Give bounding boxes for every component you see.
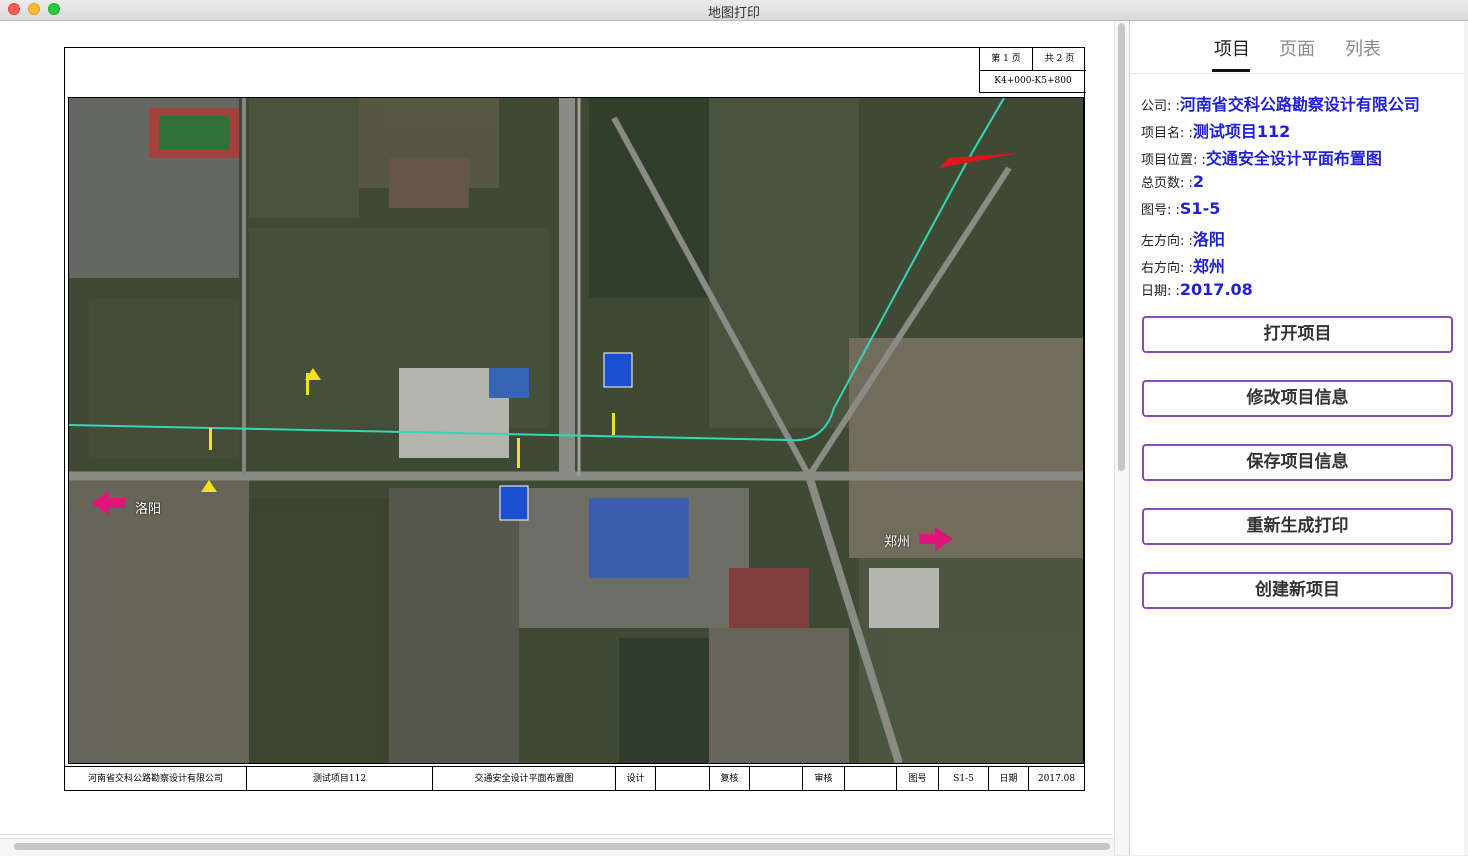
field-right-direction: 右方向: :郑州 xyxy=(1141,253,1225,277)
right-direction-map-label: 郑州 xyxy=(884,535,911,550)
print-sheet: 第 1 页 共 2 页 K4+000-K5+800 洛阳 郑州 河南省交科公路勘… xyxy=(64,47,1086,791)
regenerate-print-button[interactable]: 重新生成打印 xyxy=(1142,508,1453,545)
title-block-design-label: 设计 xyxy=(616,767,656,791)
left-direction-map-label: 洛阳 xyxy=(135,502,162,517)
field-project-name-label: 项目名: : xyxy=(1141,126,1193,141)
title-block-review-value xyxy=(750,767,803,791)
tab-page[interactable]: 页面 xyxy=(1279,35,1315,61)
total-pages-label: 共 2 页 xyxy=(1044,54,1075,64)
field-left-direction: 左方向: :洛阳 xyxy=(1141,226,1225,250)
create-new-project-button[interactable]: 创建新项目 xyxy=(1142,572,1453,609)
title-block-review-label: 复核 xyxy=(710,767,750,791)
field-project-location-value: 交通安全设计平面布置图 xyxy=(1205,149,1382,168)
edit-project-info-button[interactable]: 修改项目信息 xyxy=(1142,380,1453,417)
panel-right-edge xyxy=(1464,21,1468,855)
field-figure-number-value: S1-5 xyxy=(1179,199,1221,218)
project-panel: 项目 页面 列表 公司: :河南省交科公路勘察设计有限公司 项目名: :测试项目… xyxy=(1129,21,1468,855)
field-total-pages-label: 总页数: : xyxy=(1141,176,1193,191)
station-range-label: K4+000-K5+800 xyxy=(994,76,1072,86)
tab-project[interactable]: 项目 xyxy=(1214,35,1250,61)
window-titlebar: 地图打印 xyxy=(0,0,1468,21)
active-tab-indicator xyxy=(1212,69,1250,72)
field-right-direction-label: 右方向: : xyxy=(1141,261,1193,276)
window-title: 地图打印 xyxy=(707,6,760,21)
field-date-label: 日期: : xyxy=(1141,284,1180,299)
page-divider xyxy=(0,834,1112,835)
field-project-location: 项目位置: :交通安全设计平面布置图 xyxy=(1141,145,1382,169)
title-block-company: 河南省交科公路勘察设计有限公司 xyxy=(65,767,247,791)
title-block-approve-label: 审核 xyxy=(803,767,845,791)
title-block: 河南省交科公路勘察设计有限公司 测试项目112 交通安全设计平面布置图 设计 复… xyxy=(65,766,1084,791)
field-project-name: 项目名: :测试项目112 xyxy=(1141,118,1290,142)
field-company-label: 公司: : xyxy=(1141,99,1180,114)
field-left-direction-label: 左方向: : xyxy=(1141,234,1193,249)
field-project-location-label: 项目位置: : xyxy=(1141,153,1206,168)
field-total-pages: 总页数: :2 xyxy=(1141,172,1204,191)
save-project-info-button[interactable]: 保存项目信息 xyxy=(1142,444,1453,481)
open-project-button[interactable]: 打开项目 xyxy=(1142,316,1453,353)
panel-tabs: 项目 页面 列表 xyxy=(1130,21,1464,74)
vertical-scrollbar[interactable] xyxy=(1114,21,1129,855)
horizontal-scrollbar[interactable] xyxy=(0,838,1114,856)
title-block-drawing: 交通安全设计平面布置图 xyxy=(433,767,616,791)
field-project-name-value: 测试项目112 xyxy=(1192,122,1291,141)
title-block-figno-label: 图号 xyxy=(897,767,939,791)
field-company-value: 河南省交科公路勘察设计有限公司 xyxy=(1179,95,1420,114)
title-block-design-value xyxy=(656,767,710,791)
field-left-direction-value: 洛阳 xyxy=(1192,230,1225,249)
title-block-date-value: 2017.08 xyxy=(1037,774,1076,784)
horizontal-scroll-thumb[interactable] xyxy=(14,843,1110,850)
field-total-pages-value: 2 xyxy=(1192,172,1205,191)
field-right-direction-value: 郑州 xyxy=(1192,257,1225,276)
page-info-box: 第 1 页 共 2 页 K4+000-K5+800 xyxy=(979,48,1086,93)
title-block-date-label: 日期 xyxy=(989,767,1029,791)
title-block-figno-value: S1-5 xyxy=(939,767,989,791)
field-company: 公司: :河南省交科公路勘察设计有限公司 xyxy=(1141,91,1420,115)
title-block-project: 测试项目112 xyxy=(247,767,433,791)
tab-list[interactable]: 列表 xyxy=(1345,35,1381,61)
current-page-label: 第 1 页 xyxy=(980,48,1033,70)
map-graphics xyxy=(69,98,1083,763)
field-figure-number: 图号: :S1-5 xyxy=(1141,199,1220,218)
vertical-scroll-thumb[interactable] xyxy=(1118,23,1125,471)
field-date-value: 2017.08 xyxy=(1179,280,1253,299)
print-preview-area: 第 1 页 共 2 页 K4+000-K5+800 洛阳 郑州 河南省交科公路勘… xyxy=(0,21,1128,855)
satellite-map[interactable]: 洛阳 郑州 xyxy=(68,97,1084,764)
title-block-approve-value xyxy=(845,767,897,791)
field-figure-number-label: 图号: : xyxy=(1141,203,1180,218)
field-date: 日期: :2017.08 xyxy=(1141,280,1253,299)
